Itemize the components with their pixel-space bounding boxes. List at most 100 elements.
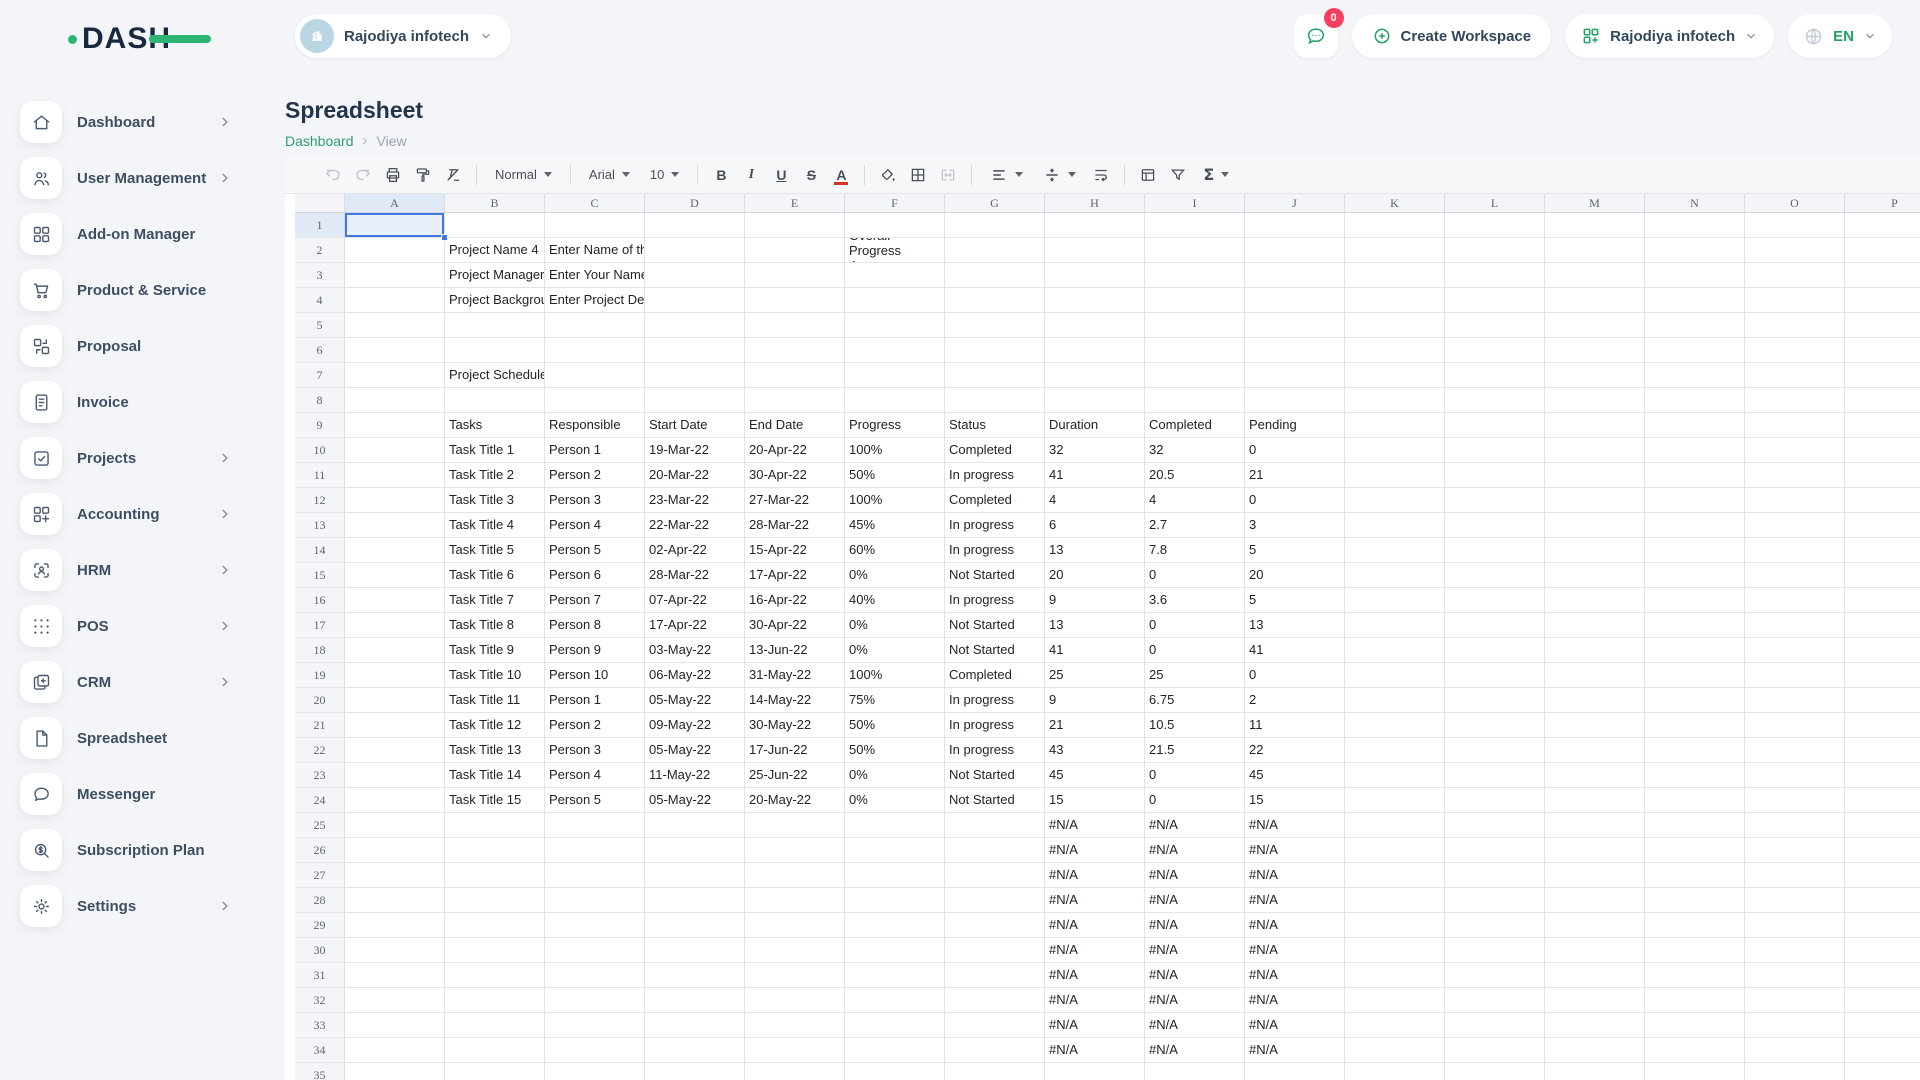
cell-B30[interactable]	[445, 938, 545, 963]
row-header-32[interactable]: 32	[295, 988, 345, 1013]
cell-C9[interactable]: Responsible	[545, 413, 645, 438]
cell-H22[interactable]: 43	[1045, 738, 1145, 763]
italic-button[interactable]: I	[738, 162, 764, 188]
cell-F26[interactable]	[845, 838, 945, 863]
cell-E8[interactable]	[745, 388, 845, 413]
cell-C5[interactable]	[545, 313, 645, 338]
cell-H19[interactable]: 25	[1045, 663, 1145, 688]
cell-A24[interactable]	[345, 788, 445, 813]
cell-A30[interactable]	[345, 938, 445, 963]
cell-D22[interactable]: 05-May-22	[645, 738, 745, 763]
cell-I28[interactable]: #N/A	[1145, 888, 1245, 913]
cell-B4[interactable]: Project Background	[445, 288, 545, 313]
cell-L19[interactable]	[1445, 663, 1545, 688]
cell-J24[interactable]: 15	[1245, 788, 1345, 813]
cell-I19[interactable]: 25	[1145, 663, 1245, 688]
cell-K21[interactable]	[1345, 713, 1445, 738]
cell-P21[interactable]	[1845, 713, 1920, 738]
cell-P4[interactable]	[1845, 288, 1920, 313]
cell-F5[interactable]	[845, 313, 945, 338]
cell-F34[interactable]	[845, 1038, 945, 1063]
cell-K24[interactable]	[1345, 788, 1445, 813]
cell-A22[interactable]	[345, 738, 445, 763]
cell-H13[interactable]: 6	[1045, 513, 1145, 538]
cell-A32[interactable]	[345, 988, 445, 1013]
cell-F8[interactable]	[845, 388, 945, 413]
cell-G19[interactable]: Completed	[945, 663, 1045, 688]
cell-N17[interactable]	[1645, 613, 1745, 638]
cell-C22[interactable]: Person 3	[545, 738, 645, 763]
cell-E3[interactable]	[745, 263, 845, 288]
cell-D7[interactable]	[645, 363, 745, 388]
col-header-J[interactable]: J	[1245, 194, 1345, 213]
cell-H21[interactable]: 21	[1045, 713, 1145, 738]
cell-B18[interactable]: Task Title 9	[445, 638, 545, 663]
cell-B12[interactable]: Task Title 3	[445, 488, 545, 513]
cell-M2[interactable]	[1545, 238, 1645, 263]
cell-P18[interactable]	[1845, 638, 1920, 663]
cell-B17[interactable]: Task Title 8	[445, 613, 545, 638]
cell-L3[interactable]	[1445, 263, 1545, 288]
row-header-31[interactable]: 31	[295, 963, 345, 988]
cell-O2[interactable]	[1745, 238, 1845, 263]
row-header-19[interactable]: 19	[295, 663, 345, 688]
cell-J21[interactable]: 11	[1245, 713, 1345, 738]
cell-F6[interactable]	[845, 338, 945, 363]
row-header-6[interactable]: 6	[295, 338, 345, 363]
cell-B28[interactable]	[445, 888, 545, 913]
cell-L29[interactable]	[1445, 913, 1545, 938]
cell-N18[interactable]	[1645, 638, 1745, 663]
cell-M7[interactable]	[1545, 363, 1645, 388]
cell-I1[interactable]	[1145, 213, 1245, 238]
cell-A25[interactable]	[345, 813, 445, 838]
cell-O7[interactable]	[1745, 363, 1845, 388]
row-header-29[interactable]: 29	[295, 913, 345, 938]
cell-A17[interactable]	[345, 613, 445, 638]
cell-M5[interactable]	[1545, 313, 1645, 338]
cell-F1[interactable]	[845, 213, 945, 238]
cell-P34[interactable]	[1845, 1038, 1920, 1063]
company-selector[interactable]: Rajodiya infotech	[1565, 14, 1774, 58]
sidebar-item-messenger[interactable]: Messenger	[0, 766, 285, 822]
cell-I21[interactable]: 10.5	[1145, 713, 1245, 738]
cell-F3[interactable]	[845, 263, 945, 288]
cell-M33[interactable]	[1545, 1013, 1645, 1038]
cell-D19[interactable]: 06-May-22	[645, 663, 745, 688]
cell-N2[interactable]	[1645, 238, 1745, 263]
cell-A2[interactable]	[345, 238, 445, 263]
cell-F14[interactable]: 60%	[845, 538, 945, 563]
cell-G2[interactable]	[945, 238, 1045, 263]
cell-G29[interactable]	[945, 913, 1045, 938]
cell-B24[interactable]: Task Title 15	[445, 788, 545, 813]
cell-N16[interactable]	[1645, 588, 1745, 613]
cell-P10[interactable]	[1845, 438, 1920, 463]
cell-D31[interactable]	[645, 963, 745, 988]
cell-O4[interactable]	[1745, 288, 1845, 313]
cell-I12[interactable]: 4	[1145, 488, 1245, 513]
sidebar-item-add-on-manager[interactable]: Add-on Manager	[0, 206, 285, 262]
sidebar-item-spreadsheet[interactable]: Spreadsheet	[0, 710, 285, 766]
workspace-selector[interactable]: Rajodiya infotech	[295, 14, 511, 58]
cell-M9[interactable]	[1545, 413, 1645, 438]
cell-L27[interactable]	[1445, 863, 1545, 888]
cell-P20[interactable]	[1845, 688, 1920, 713]
cell-A1[interactable]	[345, 213, 445, 238]
cell-B8[interactable]	[445, 388, 545, 413]
cell-D26[interactable]	[645, 838, 745, 863]
cell-P6[interactable]	[1845, 338, 1920, 363]
cell-G6[interactable]	[945, 338, 1045, 363]
cell-D20[interactable]: 05-May-22	[645, 688, 745, 713]
row-header-24[interactable]: 24	[295, 788, 345, 813]
cell-I14[interactable]: 7.8	[1145, 538, 1245, 563]
row-header-27[interactable]: 27	[295, 863, 345, 888]
cell-O33[interactable]	[1745, 1013, 1845, 1038]
sidebar-item-pos[interactable]: POS	[0, 598, 285, 654]
cell-F23[interactable]: 0%	[845, 763, 945, 788]
cell-I20[interactable]: 6.75	[1145, 688, 1245, 713]
cell-O21[interactable]	[1745, 713, 1845, 738]
print-button[interactable]	[380, 162, 406, 188]
cell-G5[interactable]	[945, 313, 1045, 338]
cell-C21[interactable]: Person 2	[545, 713, 645, 738]
cell-F20[interactable]: 75%	[845, 688, 945, 713]
cell-F18[interactable]: 0%	[845, 638, 945, 663]
